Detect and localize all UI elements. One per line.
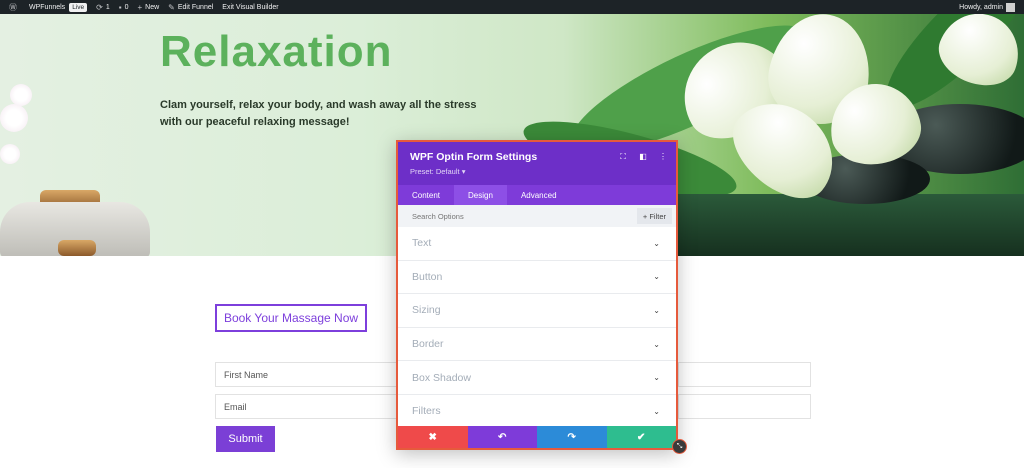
exit-visual-builder-link[interactable]: Exit Visual Builder — [222, 0, 278, 14]
section-label: Border — [412, 338, 444, 351]
resize-handle-icon[interactable]: ⤡ — [672, 439, 687, 454]
avatar — [1006, 2, 1015, 12]
comments-link[interactable]: ▪ 0 — [119, 0, 129, 14]
close-icon: ✖ — [428, 431, 437, 443]
hero-orchid-decoration — [10, 84, 32, 106]
updates-link[interactable]: ⟳ 1 — [96, 0, 110, 14]
redo-icon: ↷ — [567, 431, 576, 443]
section-sizing[interactable]: Sizing ⌄ — [398, 294, 676, 328]
email-placeholder: Email — [224, 401, 247, 412]
section-label: Box Shadow — [412, 371, 471, 384]
site-name: WPFunnels — [29, 3, 66, 11]
checkmark-icon: ✔ — [637, 431, 646, 443]
modal-tabs: Content Design Advanced — [398, 185, 676, 205]
discard-button[interactable]: ✖ — [398, 426, 468, 448]
comment-icon: ▪ — [118, 2, 122, 12]
tab-content[interactable]: Content — [398, 185, 454, 205]
modal-footer: ✖ ↶ ↷ ✔ — [398, 426, 676, 448]
undo-button[interactable]: ↶ — [467, 426, 537, 448]
email-field[interactable]: Email — [215, 394, 397, 419]
new-label: New — [145, 3, 160, 11]
split-view-icon[interactable]: ◧ — [638, 152, 648, 162]
section-border[interactable]: Border ⌄ — [398, 328, 676, 362]
edit-funnel-link[interactable]: ✎ Edit Funnel — [168, 0, 213, 14]
plus-icon: + — [137, 2, 143, 12]
hero-title: Relaxation — [160, 27, 393, 76]
chevron-down-icon: ⌄ — [653, 373, 660, 383]
tab-design[interactable]: Design — [454, 185, 507, 205]
hero-orchid-decoration — [0, 104, 28, 132]
edit-funnel-label: Edit Funnel — [177, 3, 214, 11]
tab-advanced[interactable]: Advanced — [507, 185, 571, 205]
search-options-bar: + Filter — [398, 205, 676, 227]
new-link[interactable]: + New — [137, 0, 159, 14]
account-menu[interactable]: Howdy, admin — [959, 2, 1015, 12]
modal-title: WPF Optin Form Settings — [410, 151, 538, 163]
section-text[interactable]: Text ⌄ — [398, 227, 676, 261]
first-name-placeholder: First Name — [224, 369, 269, 380]
chevron-down-icon: ⌄ — [653, 238, 660, 248]
first-name-field-extension[interactable] — [678, 362, 811, 387]
more-options-icon[interactable]: ⋮ — [658, 152, 668, 162]
chevron-down-icon: ⌄ — [653, 339, 660, 349]
fullscreen-icon[interactable]: ⛶ — [618, 152, 628, 162]
section-filters[interactable]: Filters ⌄ — [398, 395, 676, 429]
site-name-link[interactable]: WPFunnels Live — [29, 0, 88, 14]
comments-count: 0 — [124, 3, 129, 11]
chevron-down-icon: ⌄ — [653, 406, 660, 416]
chevron-down-icon: ⌄ — [653, 272, 660, 282]
chevron-down-icon: ⌄ — [653, 305, 660, 315]
submit-button[interactable]: Submit — [216, 426, 275, 452]
first-name-field[interactable]: First Name — [215, 362, 397, 387]
pencil-icon: ✎ — [168, 2, 175, 12]
redo-button[interactable]: ↷ — [537, 426, 607, 448]
filter-button[interactable]: + Filter — [636, 208, 672, 224]
preset-selector[interactable]: Preset: Default ▾ — [410, 167, 465, 176]
undo-icon: ↶ — [498, 431, 507, 443]
section-label: Button — [412, 270, 443, 283]
optin-form-settings-modal: WPF Optin Form Settings Preset: Default … — [396, 140, 678, 450]
section-button[interactable]: Button ⌄ — [398, 261, 676, 295]
live-badge: Live — [69, 2, 88, 12]
email-field-extension[interactable] — [678, 394, 811, 419]
hero-orchid-decoration — [0, 144, 20, 164]
hero-candle-decoration — [58, 240, 96, 256]
search-options-input[interactable] — [412, 211, 592, 221]
updates-count: 1 — [105, 3, 110, 11]
howdy-label: Howdy, admin — [959, 3, 1003, 11]
hero-description: Clam yourself, relax your body, and wash… — [160, 99, 477, 128]
modal-header-icons: ⛶ ◧ ⋮ — [608, 152, 668, 162]
updates-icon: ⟳ — [96, 2, 103, 12]
save-button[interactable]: ✔ — [606, 426, 676, 448]
section-label: Text — [412, 237, 432, 250]
exit-builder-label: Exit Visual Builder — [222, 3, 279, 11]
section-box-shadow[interactable]: Box Shadow ⌄ — [398, 361, 676, 395]
wordpress-logo-icon[interactable]: Ⓦ — [9, 0, 20, 14]
book-massage-button[interactable]: Book Your Massage Now — [215, 304, 367, 332]
section-label: Filters — [412, 405, 441, 418]
section-label: Sizing — [412, 304, 441, 317]
modal-header[interactable]: WPF Optin Form Settings Preset: Default … — [398, 142, 676, 185]
admin-bar: Ⓦ WPFunnels Live ⟳ 1 ▪ 0 + New ✎ Edit Fu… — [0, 0, 1024, 14]
